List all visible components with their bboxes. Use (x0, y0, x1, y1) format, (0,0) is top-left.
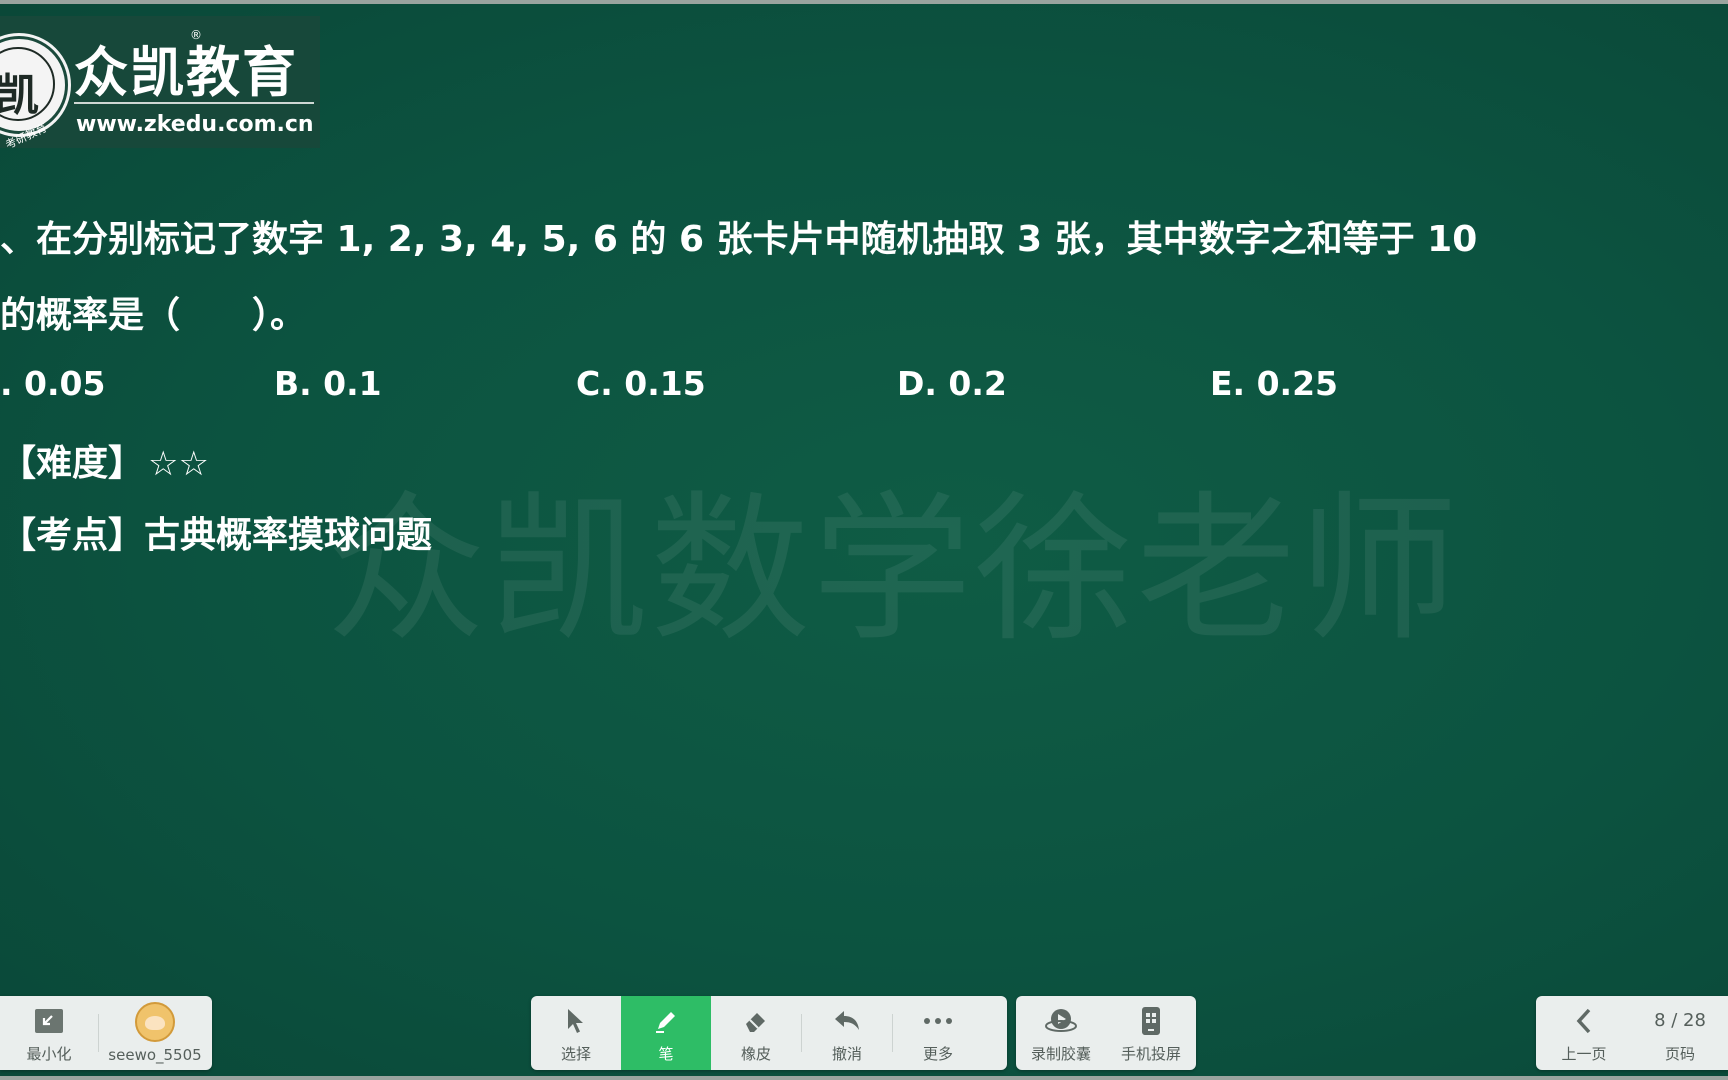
brand-logo: 凯 众凯教育 ® www.zkedu.com.cn 考研教育 (0, 16, 320, 152)
page-number-button[interactable]: 8 / 28 页码 (1632, 996, 1728, 1070)
registered-mark: ® (190, 28, 202, 42)
user-account-button[interactable]: seewo_5505 (99, 996, 211, 1070)
more-label: 更多 (922, 1045, 953, 1063)
phone-cast-button[interactable]: 手机投屏 (1106, 996, 1196, 1070)
minimize-icon (33, 1005, 65, 1037)
record-capsule-button[interactable]: 录制胶囊 (1016, 996, 1106, 1070)
undo-button[interactable]: 撤消 (802, 996, 892, 1070)
pen-tool-label: 笔 (658, 1045, 674, 1063)
option-c: C. 0.15 (576, 364, 706, 403)
eraser-tool-label: 橡皮 (740, 1045, 771, 1063)
option-d: D. 0.2 (897, 364, 1007, 403)
prev-page-label: 上一页 (1561, 1045, 1607, 1063)
question-line-2: 的概率是（ ）。 (0, 295, 307, 336)
topic-row: 【考点】古典概率摸球问题 (0, 515, 433, 556)
page-indicator: 8 / 28 (1654, 1010, 1706, 1031)
question-line-1: 、在分别标记了数字 1, 2, 3, 4, 5, 6 的 6 张卡片中随机抽取 … (0, 219, 1478, 260)
watermark-text: 众凯数学徐老师 (326, 476, 1461, 663)
eraser-icon (740, 1005, 772, 1037)
chevron-left-icon (1568, 1005, 1600, 1037)
page-number-label: 页码 (1664, 1045, 1695, 1063)
option-a: . 0.05 (0, 364, 106, 403)
option-b: B. 0.1 (274, 364, 382, 403)
minimize-label: 最小化 (26, 1045, 72, 1063)
select-tool-button[interactable]: 选择 (531, 996, 621, 1070)
page-navigation: 上一页 8 / 28 页码 (1536, 996, 1728, 1070)
bottom-border (0, 1076, 1728, 1080)
logo-seal-icon: 凯 (0, 36, 68, 134)
prev-page-button[interactable]: 上一页 (1536, 996, 1632, 1070)
phone-cast-icon (1135, 1005, 1167, 1037)
record-capsule-icon (1045, 1005, 1077, 1037)
logo-url: www.zkedu.com.cn (76, 112, 314, 137)
more-icon (922, 1005, 954, 1037)
whiteboard-canvas[interactable]: 凯 众凯教育 ® www.zkedu.com.cn 考研教育 众凯数学徐老师 、… (0, 0, 1728, 1080)
select-tool-label: 选择 (560, 1045, 591, 1063)
logo-divider (74, 102, 314, 104)
record-capsule-label: 录制胶囊 (1030, 1045, 1091, 1063)
difficulty-stars: ☆☆ (148, 444, 209, 484)
left-toolbar: 最小化 seewo_5505 (0, 996, 212, 1070)
undo-icon (831, 1005, 863, 1037)
option-e: E. 0.25 (1210, 364, 1338, 403)
user-name: seewo_5505 (108, 1046, 202, 1064)
pen-tool-button[interactable]: 笔 (621, 996, 711, 1070)
avatar (135, 1002, 175, 1042)
drawing-toolbar: 选择 笔 橡皮 撤消 更多 (531, 996, 1007, 1070)
minimize-button[interactable]: 最小化 (0, 996, 98, 1070)
top-border (0, 0, 1728, 4)
difficulty-label: 【难度】 (0, 443, 145, 484)
eraser-tool-button[interactable]: 橡皮 (711, 996, 801, 1070)
phone-cast-label: 手机投屏 (1120, 1045, 1181, 1063)
undo-label: 撤消 (831, 1045, 862, 1063)
difficulty-row: 【难度】 ☆☆ (0, 434, 209, 486)
pen-icon (650, 1005, 682, 1037)
media-toolbar: 录制胶囊 手机投屏 (1016, 996, 1196, 1070)
logo-seal-char: 凯 (0, 70, 39, 121)
cursor-icon (560, 1005, 592, 1037)
logo-brand-name: 众凯教育 (74, 41, 298, 104)
more-button[interactable]: 更多 (893, 996, 983, 1070)
